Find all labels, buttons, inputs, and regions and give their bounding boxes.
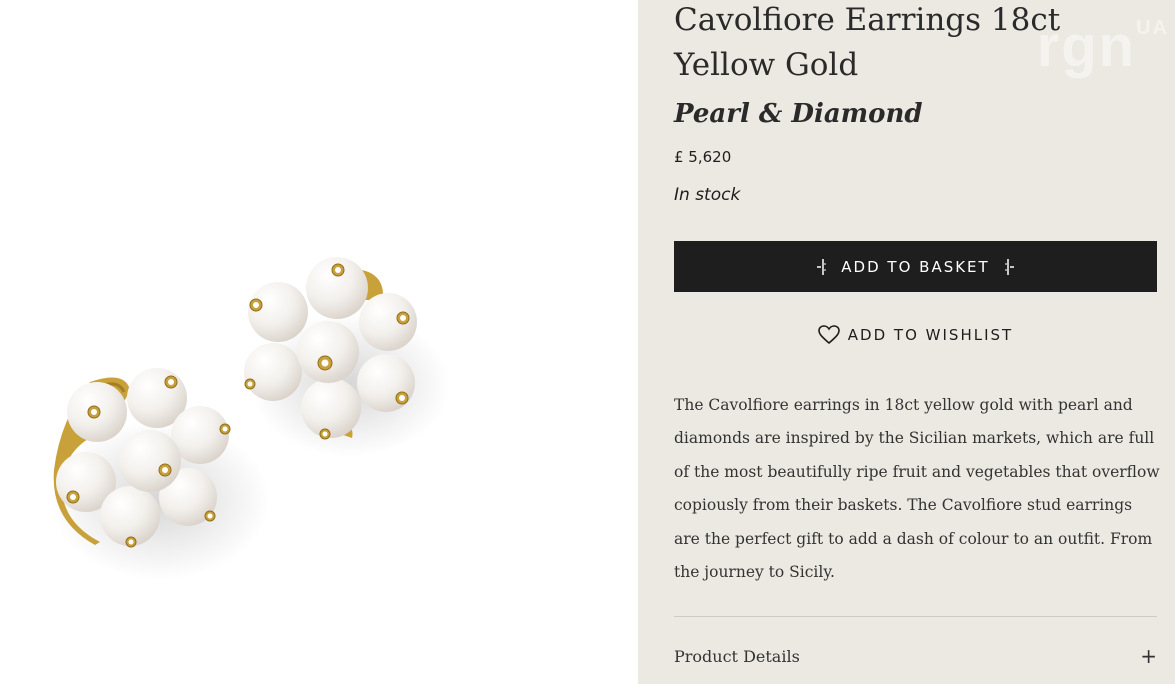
product-price: £ 5,620 (674, 148, 732, 166)
bracket-left-icon (817, 258, 827, 275)
add-to-wishlist-button[interactable]: ADD TO WISHLIST (674, 318, 1157, 352)
product-description: The Cavolfiore earrings in 18ct yellow g… (674, 396, 1160, 582)
bracket-right-icon (1004, 258, 1014, 275)
earrings-illustration (50, 257, 450, 580)
product-page: rgnUA Cavolfiore Earrings 18ct Yellow Go… (0, 0, 1175, 684)
product-image[interactable] (0, 0, 638, 684)
product-details-label: Product Details (674, 646, 800, 666)
plus-icon: + (1140, 644, 1157, 668)
product-details-accordion[interactable]: Product Details + (674, 640, 1157, 672)
product-info-panel: rgnUA Cavolfiore Earrings 18ct Yellow Go… (638, 0, 1175, 684)
heart-icon (817, 325, 840, 345)
product-title: Cavolfiore Earrings 18ct Yellow Gold (674, 2, 1061, 83)
add-to-basket-button[interactable]: ADD TO BASKET (674, 241, 1157, 292)
divider (674, 616, 1157, 617)
add-to-basket-label: ADD TO BASKET (841, 257, 990, 276)
product-subtitle: Pearl & Diamond (674, 99, 923, 129)
add-to-wishlist-label: ADD TO WISHLIST (847, 326, 1014, 344)
stock-status: In stock (674, 185, 741, 205)
